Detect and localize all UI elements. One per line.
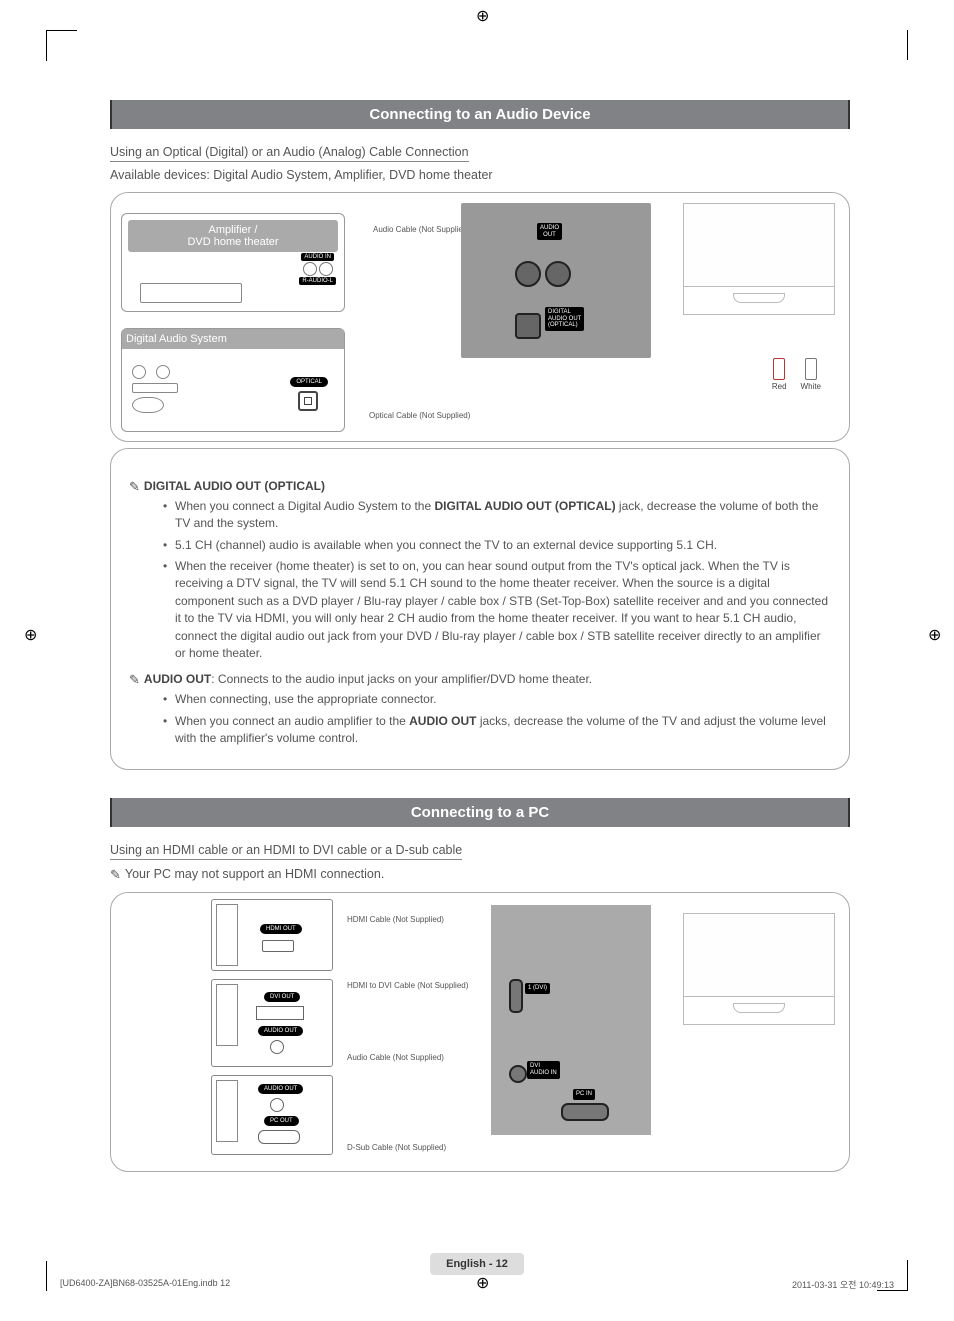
- audio-cable-label-pc: Audio Cable (Not Supplied): [347, 1053, 444, 1062]
- bold-text: AUDIO OUT: [409, 714, 476, 728]
- manual-page: ⊕ ⊕ ⊕ Connecting to an Audio Device Usin…: [0, 0, 954, 1321]
- rca-plugs: Red White: [772, 358, 821, 391]
- dvi-port-icon: [256, 1006, 304, 1020]
- hdmi-dvi-cable-label: HDMI to DVI Cable (Not Supplied): [347, 981, 468, 990]
- audio-port-icon: [270, 1098, 284, 1112]
- audio-in-label: AUDIO IN: [301, 253, 334, 261]
- tv-audio-out-label: AUDIO OUT: [537, 223, 562, 240]
- tv-icon: [683, 203, 835, 315]
- note-icon: ✎: [110, 867, 121, 883]
- tv-rear-panel: AUDIO OUT DIGITAL AUDIO OUT (OPTICAL): [461, 203, 651, 358]
- note-item: When connecting, use the appropriate con…: [163, 691, 831, 708]
- page-content: Connecting to an Audio Device Using an O…: [110, 100, 850, 1172]
- pc-tower-icon: [216, 1080, 238, 1142]
- dvi-audio-in-label: DVI AUDIO IN: [527, 1061, 560, 1078]
- registration-mark-left: ⊕: [24, 625, 37, 645]
- note-item: 5.1 CH (channel) audio is available when…: [163, 537, 831, 554]
- diagram-pc: HDMI OUT DVI OUT AUDIO OUT AUDIO OUT PC …: [110, 892, 850, 1172]
- print-timestamp: 2011-03-31 오전 10:49:13: [792, 1278, 894, 1291]
- tv-audio-out-port: [515, 261, 541, 287]
- audio-port-icon: [270, 1040, 284, 1054]
- section-title-pc: Connecting to a PC: [110, 798, 850, 827]
- digital-audio-system-box: Digital Audio System OPTICAL: [121, 328, 345, 432]
- note-item: When the receiver (home theater) is set …: [163, 558, 831, 662]
- pc-note: ✎Your PC may not support an HDMI connect…: [110, 866, 850, 882]
- pc-out-label: PC OUT: [264, 1116, 299, 1126]
- notes-audio: ✎ DIGITAL AUDIO OUT (OPTICAL) When you co…: [129, 477, 831, 747]
- optical-cable-label: Optical Cable (Not Supplied): [369, 411, 470, 420]
- pc-in-port: [561, 1103, 609, 1121]
- note-icon: ✎: [129, 671, 140, 690]
- tv-optical-port: [515, 313, 541, 339]
- amplifier-audio-in: AUDIO IN R-AUDIO-L: [299, 252, 336, 286]
- tv-icon-pc: [683, 913, 835, 1025]
- pc-in-label: PC IN: [573, 1089, 595, 1100]
- note-icon: ✎: [129, 478, 140, 497]
- plug-red-label: Red: [772, 382, 787, 391]
- crop-mark: [46, 30, 77, 61]
- pc-tower-icon: [216, 984, 238, 1046]
- hdmi-out-label: HDMI OUT: [260, 924, 302, 934]
- available-devices: Available devices: Digital Audio System,…: [110, 168, 850, 182]
- audio-out-label-2: AUDIO OUT: [258, 1084, 303, 1094]
- amplifier-box: Amplifier / DVD home theater AUDIO IN R-…: [121, 213, 345, 312]
- r-audio-l-label: R-AUDIO-L: [299, 277, 336, 285]
- audio-cable-label: Audio Cable (Not Supplied): [373, 225, 470, 234]
- dvi-out-label: DVI OUT: [264, 992, 300, 1002]
- bold-text: DIGITAL AUDIO OUT (OPTICAL): [434, 499, 615, 513]
- amplifier-title: Amplifier / DVD home theater: [128, 220, 338, 252]
- subhead-pc: Using an HDMI cable or an HDMI to DVI ca…: [110, 843, 462, 860]
- hdmi-port-icon: [262, 940, 294, 952]
- optical-port-icon: [298, 391, 318, 411]
- subhead-audio: Using an Optical (Digital) or an Audio (…: [110, 145, 469, 162]
- vga-port-icon: [258, 1130, 300, 1144]
- dvd-player-icon: [140, 283, 242, 303]
- note-heading-audio-out: AUDIO OUT: [144, 672, 211, 686]
- plug-white-label: White: [801, 382, 821, 391]
- print-file-name: [UD6400-ZA]BN68-03525A-01Eng.indb 12: [60, 1278, 230, 1291]
- registration-mark-right: ⊕: [928, 625, 941, 645]
- tv-digital-out-label: DIGITAL AUDIO OUT (OPTICAL): [545, 307, 584, 331]
- dsub-cable-label: D-Sub Cable (Not Supplied): [347, 1143, 446, 1152]
- note-heading-digital-out: DIGITAL AUDIO OUT (OPTICAL): [144, 479, 325, 493]
- pc-dsub-box: AUDIO OUT PC OUT: [211, 1075, 333, 1155]
- hdmi-cable-label: HDMI Cable (Not Supplied): [347, 915, 444, 924]
- hdmi-dvi-label: 1 (DVI): [525, 983, 550, 994]
- das-title: Digital Audio System: [122, 329, 344, 349]
- pc-tower-icon: [216, 904, 238, 966]
- crop-mark: [877, 30, 908, 60]
- note-item: When you connect a Digital Audio System …: [163, 498, 831, 533]
- print-job-line: [UD6400-ZA]BN68-03525A-01Eng.indb 12 201…: [60, 1278, 894, 1291]
- note-item: When you connect an audio amplifier to t…: [163, 713, 831, 748]
- diagram-audio: Amplifier / DVD home theater AUDIO IN R-…: [110, 192, 850, 442]
- optical-label: OPTICAL: [290, 377, 328, 387]
- tv-rear-panel-pc: 1 (DVI) DVI AUDIO IN PC IN: [491, 905, 651, 1135]
- page-number-pill: English - 12: [430, 1253, 524, 1275]
- audio-out-label: AUDIO OUT: [258, 1026, 303, 1036]
- hdmi-in-dvi-port: [509, 979, 523, 1013]
- note-heading-audio-out-text: : Connects to the audio input jacks on y…: [211, 672, 592, 686]
- pc-hdmi-box: HDMI OUT: [211, 899, 333, 971]
- dvi-audio-in-port: [509, 1065, 527, 1083]
- notes-audio-container: ✎ DIGITAL AUDIO OUT (OPTICAL) When you co…: [110, 448, 850, 770]
- registration-mark-top: ⊕: [476, 6, 489, 26]
- pc-dvi-box: DVI OUT AUDIO OUT: [211, 979, 333, 1067]
- tv-audio-out-port: [545, 261, 571, 287]
- section-title-audio: Connecting to an Audio Device: [110, 100, 850, 129]
